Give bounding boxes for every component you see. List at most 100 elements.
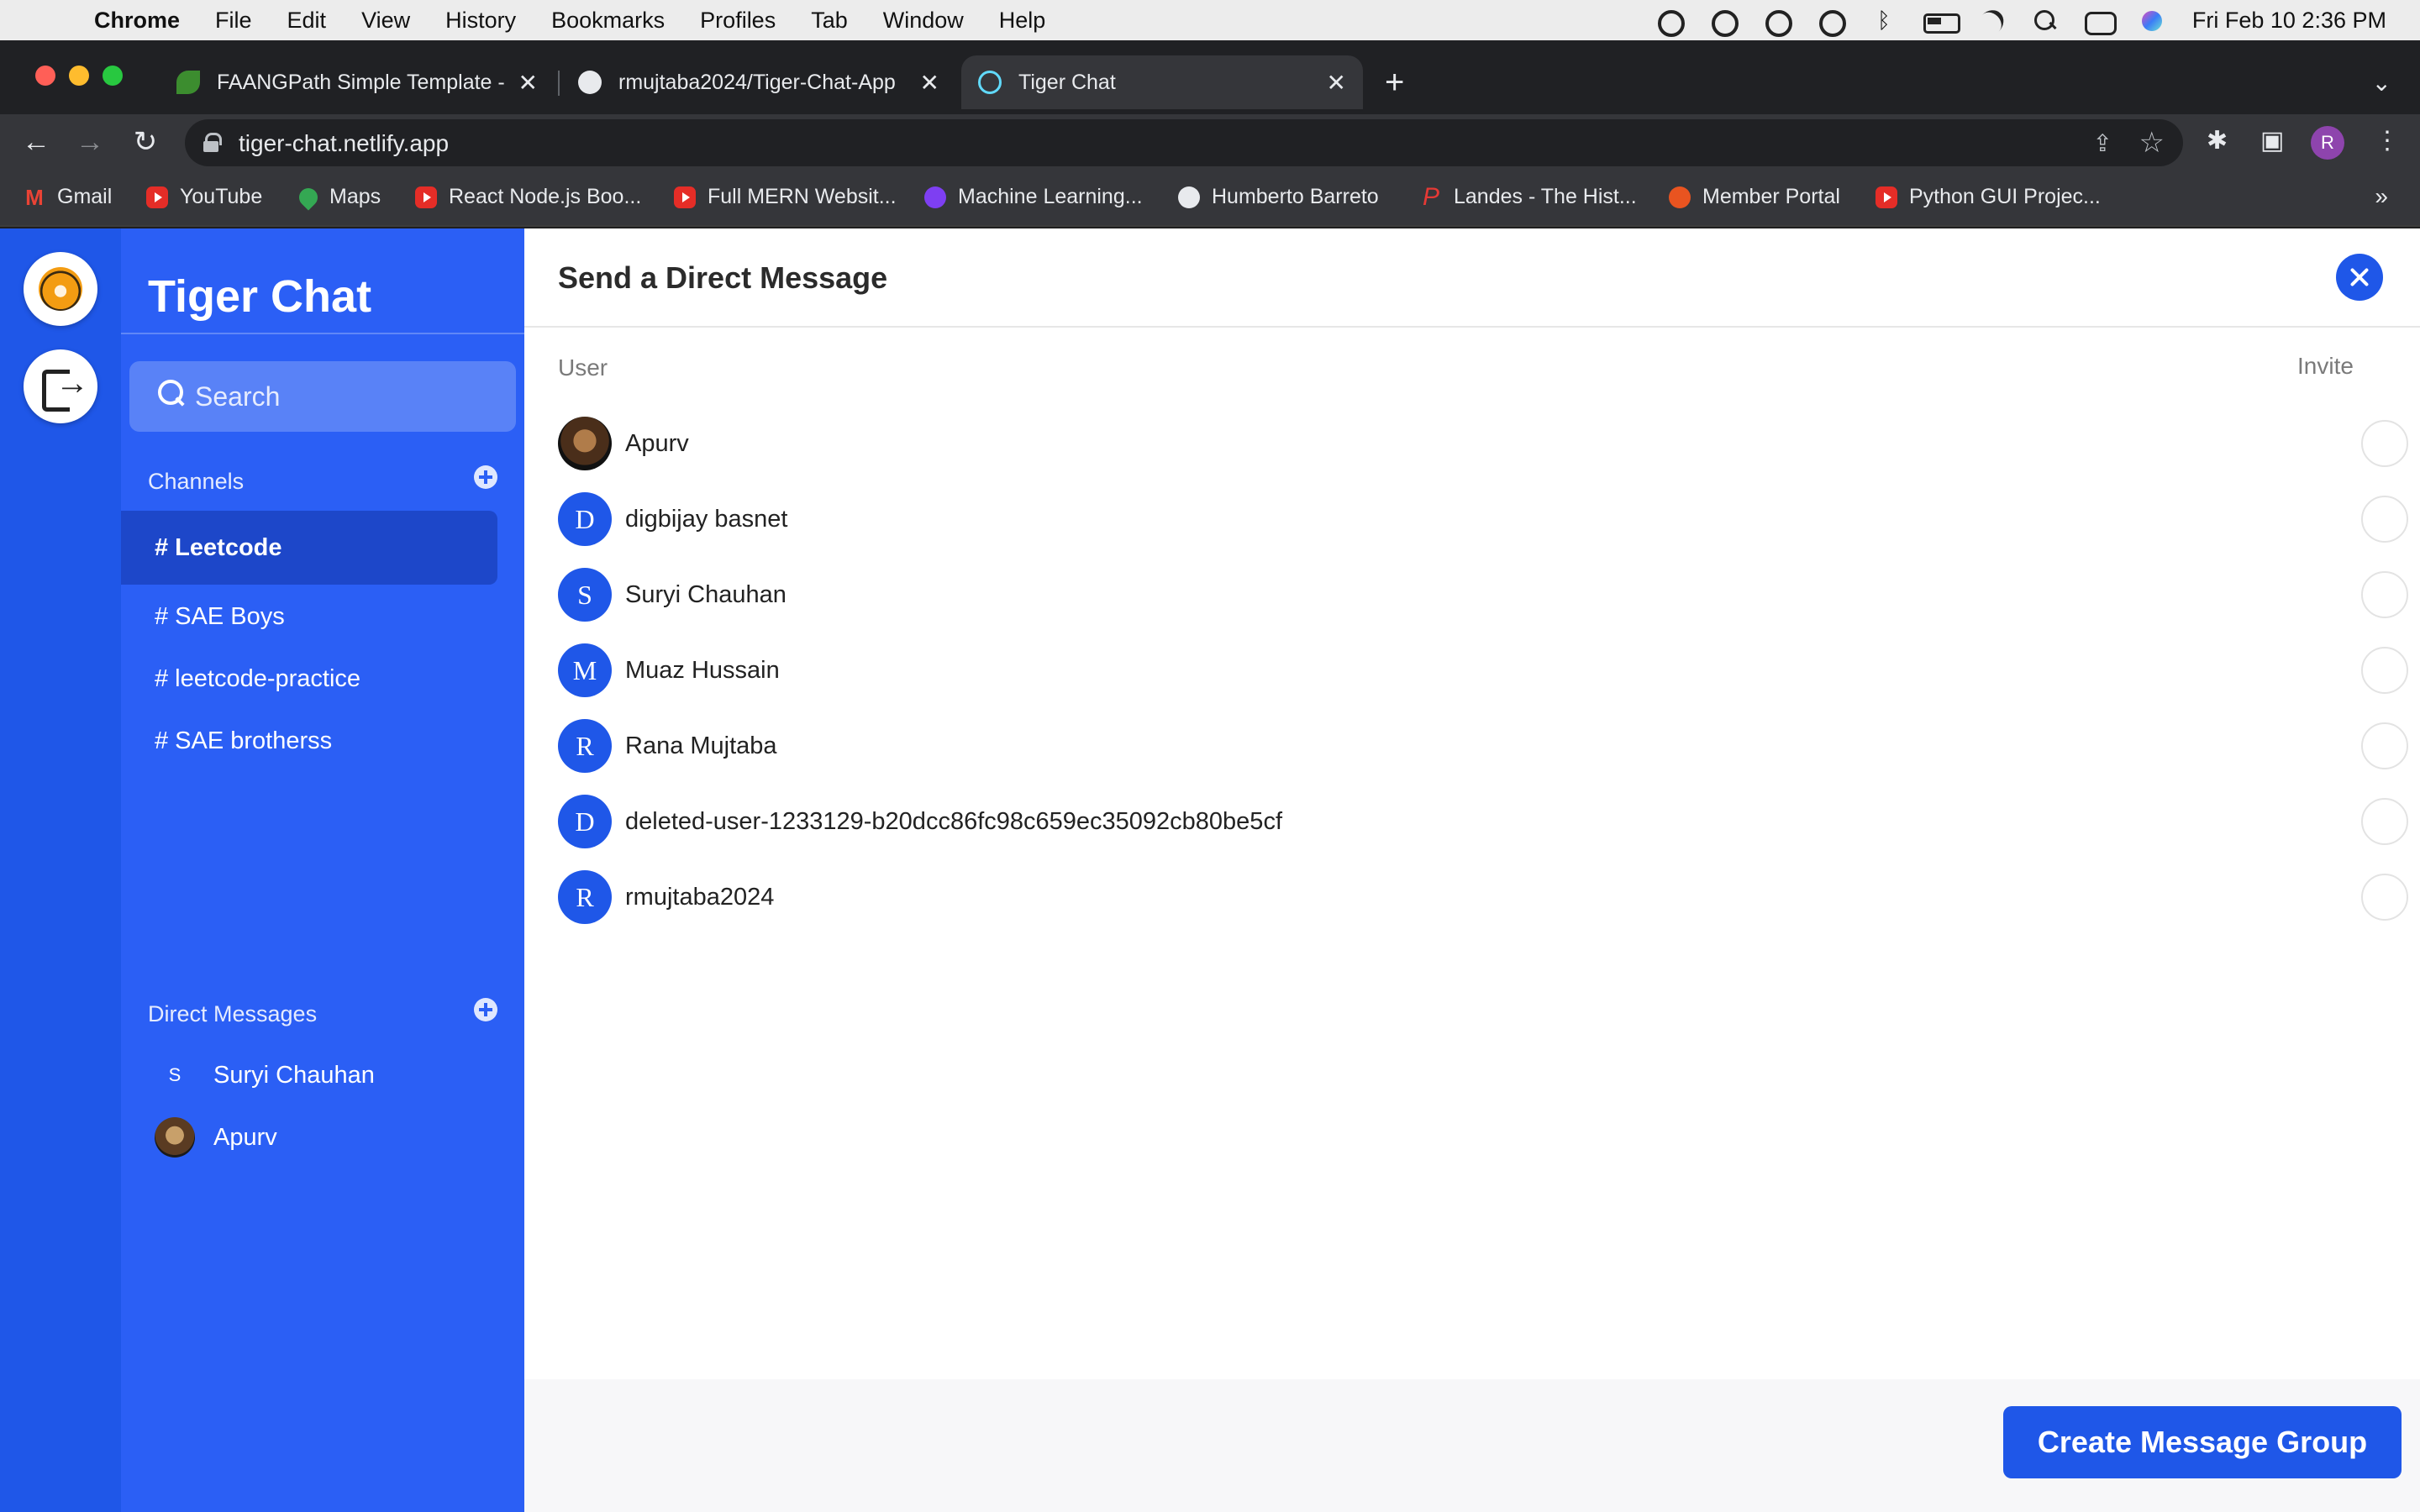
browser-tab[interactable]: FAANGPath Simple Template - ✕	[160, 55, 555, 109]
bookmark-label: Member Portal	[1702, 185, 1840, 208]
address-bar-url[interactable]: tiger-chat.netlify.app	[239, 130, 449, 157]
spotlight-icon[interactable]	[2031, 8, 2060, 33]
menu-bookmarks[interactable]: Bookmarks	[551, 8, 665, 34]
channel-item-leetcode[interactable]: # Leetcode	[121, 511, 497, 585]
search-input[interactable]	[195, 376, 497, 417]
control-center-icon[interactable]	[2084, 8, 2117, 35]
share-icon[interactable]: ⇪	[2093, 129, 2112, 157]
menu-view[interactable]: View	[361, 8, 410, 34]
window-minimize-button[interactable]	[69, 66, 89, 86]
invite-toggle[interactable]	[2361, 798, 2408, 845]
invite-toggle[interactable]	[2361, 496, 2408, 543]
user-list-item[interactable]: D digbijay basnet	[558, 492, 2408, 546]
invite-toggle[interactable]	[2361, 571, 2408, 618]
avatar	[558, 417, 612, 470]
user-list-item[interactable]: S Suryi Chauhan	[558, 568, 2408, 622]
channel-search[interactable]	[129, 361, 516, 432]
browser-tab[interactable]: rmujtaba2024/Tiger-Chat-App ✕	[561, 55, 956, 109]
menu-file[interactable]: File	[215, 8, 252, 34]
youtube-icon	[415, 186, 437, 208]
user-list-item[interactable]: M Muaz Hussain	[558, 643, 2408, 697]
menu-profiles[interactable]: Profiles	[700, 8, 776, 34]
tab-search-chevron-icon[interactable]: ⌄	[2372, 69, 2391, 97]
logout-icon[interactable]	[24, 349, 97, 423]
avatar: R	[558, 870, 612, 924]
forward-arrow-icon[interactable]: →	[72, 124, 108, 160]
direct-messages-heading: Direct Messages	[148, 1001, 318, 1026]
vpn-icon[interactable]	[1762, 8, 1792, 37]
window-zoom-button[interactable]	[103, 66, 123, 86]
icon-rail	[0, 228, 121, 1512]
menu-tab[interactable]: Tab	[811, 8, 848, 34]
battery-icon[interactable]	[1923, 8, 1960, 34]
browser-menu-kebab-icon[interactable]: ⋮	[2375, 126, 2400, 155]
dm-item-apurv[interactable]: Apurv	[155, 1117, 277, 1158]
user-name: rmujtaba2024	[625, 884, 775, 911]
channel-item-sae-brotherss[interactable]: # SAE brotherss	[121, 704, 497, 778]
tab-close-icon[interactable]: ✕	[1327, 69, 1346, 97]
avatar	[155, 1117, 195, 1158]
dm-item-suryi-chauhan[interactable]: S Suryi Chauhan	[155, 1055, 375, 1095]
compass-icon[interactable]	[1816, 8, 1846, 37]
tiger-logo-icon[interactable]	[24, 252, 97, 326]
user-list-item[interactable]: R Rana Mujtaba	[558, 719, 2408, 773]
bookmarks-bar: M Gmail YouTube Maps React Node.js Boo..…	[0, 170, 2420, 227]
bookmark-landes[interactable]: P Landes - The Hist...	[1420, 182, 1637, 211]
add-direct-message-icon[interactable]	[474, 998, 497, 1021]
create-message-group-button[interactable]: Create Message Group	[2003, 1406, 2402, 1478]
tab-close-icon[interactable]: ✕	[920, 69, 939, 97]
wifi-icon[interactable]	[1977, 8, 2006, 33]
close-dialog-button[interactable]	[2336, 254, 2383, 301]
creative-cloud-icon[interactable]	[1708, 8, 1739, 37]
bookmark-machine-learning[interactable]: Machine Learning...	[924, 185, 1143, 209]
address-bar[interactable]: tiger-chat.netlify.app ⇪ ☆	[185, 119, 2183, 166]
bookmark-python-gui[interactable]: Python GUI Projec...	[1876, 185, 2101, 209]
browser-tab-active[interactable]: Tiger Chat ✕	[961, 55, 1363, 109]
reload-icon[interactable]: ↻	[128, 124, 163, 160]
back-arrow-icon[interactable]: ←	[18, 124, 54, 160]
menu-app-name[interactable]: Chrome	[94, 8, 180, 34]
invite-toggle[interactable]	[2361, 874, 2408, 921]
profile-avatar[interactable]: R	[2311, 126, 2344, 160]
bookmark-star-icon[interactable]: ☆	[2139, 126, 2165, 160]
menu-window[interactable]: Window	[883, 8, 964, 34]
member-icon	[1669, 186, 1691, 208]
bookmark-gmail[interactable]: M Gmail	[24, 185, 112, 209]
menu-bar-clock[interactable]: Fri Feb 10 2:36 PM	[2192, 8, 2386, 34]
siri-icon[interactable]	[2139, 8, 2167, 33]
dm-name: Apurv	[213, 1123, 277, 1151]
dialog-divider	[524, 326, 2420, 328]
user-list-item[interactable]: D deleted-user-1233129-b20dcc86fc98c659e…	[558, 795, 2408, 848]
invite-toggle[interactable]	[2361, 647, 2408, 694]
lock-icon[interactable]	[203, 133, 222, 152]
tiger-chat-app: Tiger Chat Channels # Leetcode # SAE Boy…	[0, 228, 2420, 1512]
bookmark-react-node[interactable]: React Node.js Boo...	[415, 185, 641, 209]
landes-icon: P	[1422, 182, 1439, 211]
user-list-item[interactable]: R rmujtaba2024	[558, 870, 2408, 924]
bookmarks-overflow-icon[interactable]: »	[2375, 183, 2388, 210]
tab-close-icon[interactable]: ✕	[518, 69, 538, 97]
invite-toggle[interactable]	[2361, 722, 2408, 769]
menu-help[interactable]: Help	[999, 8, 1046, 34]
sidebar-divider	[121, 333, 524, 334]
invite-toggle[interactable]	[2361, 420, 2408, 467]
bookmark-full-mern[interactable]: Full MERN Websit...	[674, 185, 897, 209]
add-channel-icon[interactable]	[474, 465, 497, 489]
bookmark-humberto-barreto[interactable]: Humberto Barreto	[1178, 185, 1379, 209]
window-close-button[interactable]	[35, 66, 55, 86]
new-tab-icon[interactable]: +	[1385, 66, 1404, 99]
avatar: R	[558, 719, 612, 773]
maps-icon	[295, 183, 322, 211]
bookmark-maps[interactable]: Maps	[295, 183, 381, 211]
bluetooth-icon[interactable]: ᛒ	[1870, 8, 1898, 33]
user-list-item[interactable]: Apurv	[558, 417, 2408, 470]
bookmark-member-portal[interactable]: Member Portal	[1669, 185, 1840, 209]
react-icon	[978, 71, 1002, 94]
shazam-icon[interactable]	[1655, 8, 1685, 37]
tab-title: FAANGPath Simple Template -	[217, 70, 505, 94]
extensions-puzzle-icon[interactable]: ✱	[2207, 126, 2228, 155]
menu-history[interactable]: History	[445, 8, 516, 34]
menu-edit[interactable]: Edit	[287, 8, 327, 34]
side-panel-icon[interactable]: ▣	[2260, 126, 2284, 155]
bookmark-youtube[interactable]: YouTube	[146, 185, 262, 209]
